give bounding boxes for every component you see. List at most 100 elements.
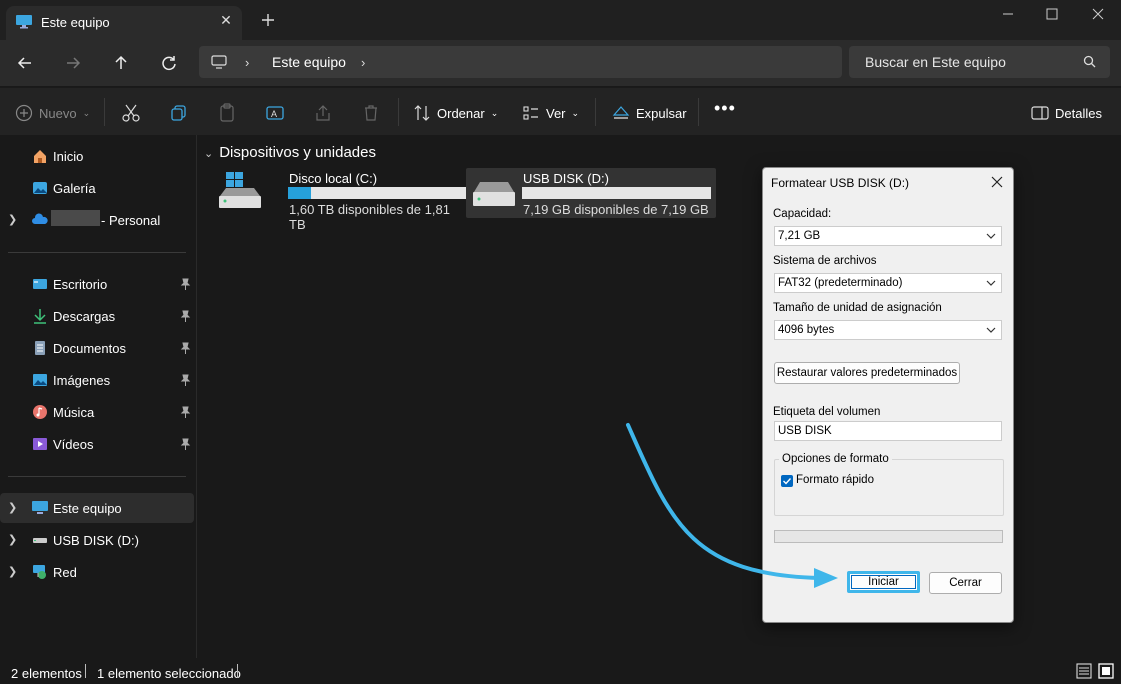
selection-count: 1 elemento seleccionado [97,666,241,681]
sidebar-item-este-equipo[interactable]: ❯ Este equipo [0,493,194,523]
tab-este-equipo[interactable]: Este equipo ✕ [6,6,242,40]
details-button[interactable]: Detalles [1031,103,1102,123]
share-icon[interactable] [313,103,333,123]
chevron-down-icon: ⌄ [571,107,580,118]
format-options-title: Opciones de formato [779,453,892,465]
drive-item-c[interactable]: Disco local (C:) 1,60 TB disponibles de … [218,168,477,232]
chevron-down-icon: ⌄ [82,107,91,118]
start-button[interactable]: Iniciar [847,571,920,593]
filesystem-label: Sistema de archivos [773,255,877,267]
search-input[interactable]: Buscar en Este equipo [849,46,1110,78]
allocation-unit-select[interactable]: 4096 bytes [774,320,1002,340]
group-header[interactable]: ⌄ Dispositivos y unidades [204,144,376,161]
new-label: Nuevo [39,105,77,121]
search-icon [1083,55,1096,68]
eject-button[interactable]: Expulsar [612,103,687,123]
volume-label-input[interactable]: USB DISK [774,421,1002,441]
dialog-title: Formatear USB DISK (D:) [771,176,910,190]
close-tab-icon[interactable]: ✕ [218,12,234,28]
rename-icon[interactable]: A [265,103,285,123]
sidebar-item-imagenes[interactable]: Imágenes [0,365,194,395]
sidebar-item-label: Descargas [53,309,116,324]
chevron-down-icon [986,327,996,333]
toolbar-separator [698,98,699,126]
pin-icon[interactable] [180,438,191,450]
pin-icon[interactable] [180,374,191,386]
gallery-icon [33,182,47,194]
capacity-select[interactable]: 7,21 GB [774,226,1002,246]
breadcrumb-este-equipo[interactable]: Este equipo [272,54,346,70]
sidebar-item-label: Inicio [53,149,84,164]
copy-icon[interactable] [169,103,189,123]
more-options-icon[interactable]: ••• [714,98,736,118]
forward-arrow-icon[interactable] [62,52,84,74]
chevron-right-icon[interactable]: ❯ [8,565,17,578]
view-button[interactable]: Ver ⌄ [522,103,579,123]
format-progress-bar [774,530,1003,543]
item-count: 2 elementos [11,666,82,681]
quick-format-label[interactable]: Formato rápido [796,474,874,486]
close-icon[interactable] [989,174,1005,190]
drive-name: Disco local (C:) [289,171,378,186]
filesystem-select[interactable]: FAT32 (predeterminado) [774,273,1002,293]
music-icon [33,405,47,419]
chevron-down-icon: ⌄ [204,148,214,160]
divider [8,476,186,477]
filesystem-value: FAT32 (predeterminado) [778,277,903,289]
close-dialog-button[interactable]: Cerrar [929,572,1002,594]
sidebar-item-inicio[interactable]: Inicio [0,141,194,171]
download-icon [34,309,46,324]
delete-icon[interactable] [361,103,381,123]
window-close-icon[interactable] [1088,6,1108,22]
drive-item-usb-d[interactable]: USB DISK (D:) 7,19 GB disponibles de 7,1… [466,168,716,218]
paste-icon[interactable] [217,103,237,123]
chevron-right-icon[interactable]: ❯ [8,501,17,514]
capacity-value: 7,21 GB [778,230,821,242]
refresh-icon[interactable] [158,52,180,74]
hard-drive-windows-icon [219,172,261,208]
status-separator [237,664,238,678]
sidebar-item-galeria[interactable]: Galería [0,173,194,203]
sidebar-item-onedrive-personal[interactable]: ❯ - Personal [0,205,194,235]
details-pane-icon [1031,106,1049,120]
sidebar-item-videos[interactable]: Vídeos [0,429,194,459]
quick-format-checkbox[interactable] [781,475,793,487]
address-bar[interactable]: › Este equipo › [199,46,842,78]
checkmark-icon [783,478,792,485]
chevron-down-icon [986,233,996,239]
pin-icon[interactable] [180,278,191,290]
chevron-down-icon: ⌄ [490,107,499,118]
up-arrow-icon[interactable] [110,52,132,74]
search-placeholder: Buscar en Este equipo [865,54,1006,70]
pin-icon[interactable] [180,310,191,322]
chevron-right-icon[interactable]: ❯ [8,533,17,546]
large-icons-view-icon[interactable] [1098,663,1114,679]
chevron-right-icon[interactable]: › [245,55,249,70]
sidebar-item-usb-disk[interactable]: ❯ USB DISK (D:) [0,525,194,555]
chevron-right-icon[interactable]: ❯ [8,213,17,226]
details-view-icon[interactable] [1076,663,1092,679]
sidebar-item-documentos[interactable]: Documentos [0,333,194,363]
sidebar-item-red[interactable]: ❯ Red [0,557,194,587]
pin-icon[interactable] [180,406,191,418]
sidebar-item-label: Música [53,405,95,420]
sidebar-item-descargas[interactable]: Descargas [0,301,194,331]
maximize-icon[interactable] [1042,6,1062,22]
capacity-label: Capacidad: [773,208,832,220]
back-arrow-icon[interactable] [14,52,36,74]
sidebar-item-musica[interactable]: Música [0,397,194,427]
chevron-down-icon [986,280,996,286]
pin-icon[interactable] [180,342,191,354]
cut-icon[interactable] [121,103,141,123]
minimize-icon[interactable] [998,6,1018,22]
sidebar-item-escritorio[interactable]: Escritorio [0,269,194,299]
drive-free-space: 7,19 GB disponibles de 7,19 GB [523,202,709,217]
new-tab-icon[interactable] [259,11,277,29]
title-bar: Este equipo ✕ [0,0,1121,40]
drive-usage-bar [288,187,477,199]
new-button[interactable]: Nuevo ⌄ [15,103,90,123]
chevron-right-icon[interactable]: › [361,55,365,70]
restore-defaults-button[interactable]: Restaurar valores predeterminados [774,362,960,384]
sort-button[interactable]: Ordenar ⌄ [413,103,498,123]
usb-drive-icon [33,538,47,543]
